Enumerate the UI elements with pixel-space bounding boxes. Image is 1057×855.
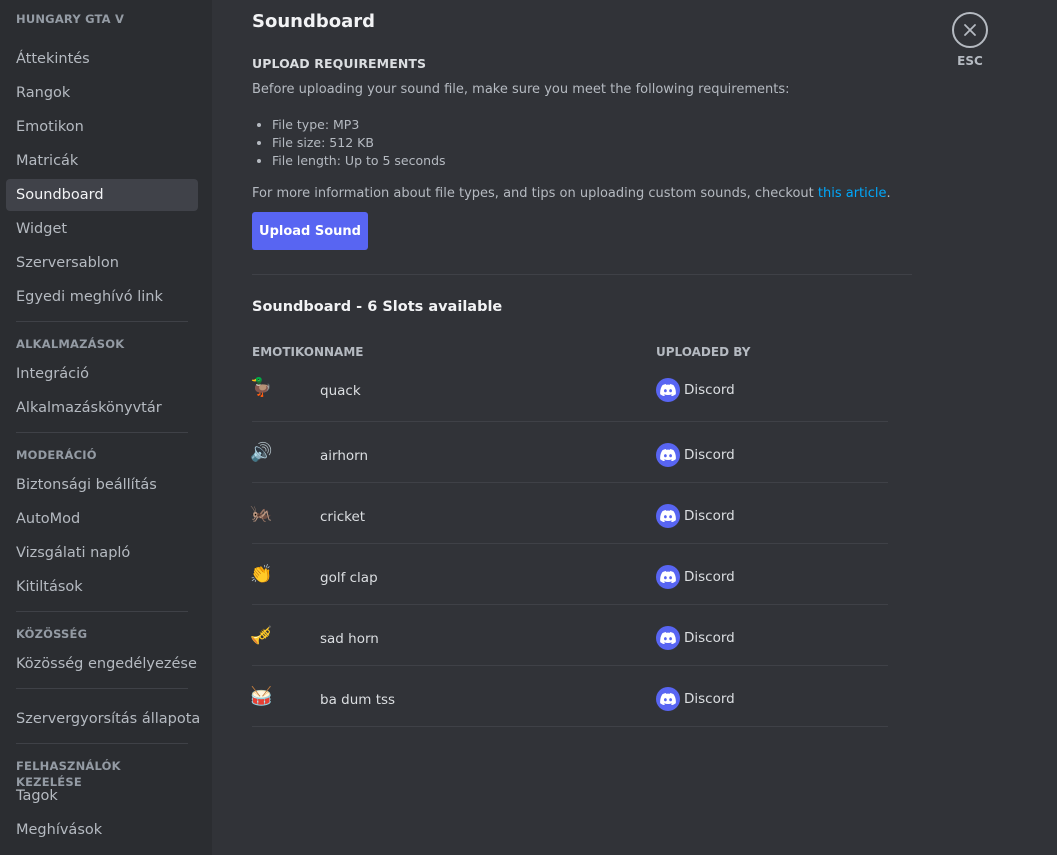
- uploaded-by: Discord: [656, 687, 735, 711]
- sound-name: golf clap: [320, 570, 378, 586]
- sidebar-divider: [16, 321, 188, 322]
- discord-avatar-icon: [656, 443, 680, 467]
- sidebar-item-matricak[interactable]: Matricák: [6, 145, 198, 177]
- sidebar-item-integracio[interactable]: Integráció: [6, 358, 198, 390]
- page-title: Soundboard: [252, 11, 376, 32]
- sidebar-item-emotikon[interactable]: Emotikon: [6, 111, 198, 143]
- sidebar-item-soundboard[interactable]: Soundboard: [6, 179, 198, 211]
- column-header-emoji: EMOTIKON: [252, 345, 324, 359]
- sound-row-sad-horn[interactable]: 🎺 sad horn Discord: [250, 605, 888, 666]
- sound-emoji: 🔊: [250, 442, 273, 463]
- sidebar-item-szervergyorsitas-allapota[interactable]: Szervergyorsítás állapota: [6, 703, 200, 735]
- sound-name: cricket: [320, 509, 366, 525]
- sidebar-divider: [16, 432, 188, 433]
- sound-row-quack[interactable]: 🦆 quack Discord: [250, 361, 888, 422]
- sidebar-divider: [16, 688, 188, 689]
- uploaded-by: Discord: [656, 378, 735, 402]
- uploaded-by: Discord: [656, 565, 735, 589]
- soundboard-slots-title: Soundboard - 6 Slots available: [252, 299, 503, 315]
- esc-label: ESC: [957, 54, 983, 68]
- sound-name: quack: [320, 383, 361, 399]
- sound-emoji: 👏: [250, 564, 273, 585]
- column-header-name: NAME: [324, 345, 364, 359]
- server-name-header: HUNGARY GTA V: [16, 12, 125, 26]
- sidebar-item-alkalmazaskonyvtar[interactable]: Alkalmazáskönyvtár: [6, 392, 198, 424]
- close-settings-button[interactable]: ESC: [951, 12, 989, 68]
- sidebar-item-tagok[interactable]: Tagok: [6, 780, 198, 812]
- uploaded-by: Discord: [656, 443, 735, 467]
- requirement-file-type: File type: MP3: [272, 116, 446, 134]
- users-header: FELHASZNÁLÓK KEZELÉSE: [16, 759, 121, 789]
- apps-header: ALKALMAZÁSOK: [16, 337, 125, 351]
- uploader-name: Discord: [684, 630, 735, 646]
- upload-requirements-title: UPLOAD REQUIREMENTS: [252, 56, 427, 71]
- discord-avatar-icon: [656, 626, 680, 650]
- discord-avatar-icon: [656, 378, 680, 402]
- sound-name: sad horn: [320, 631, 379, 647]
- sound-emoji: 🦆: [250, 377, 273, 398]
- sound-emoji: 🎺: [250, 625, 273, 646]
- sidebar-item-vizsgalati-naplo[interactable]: Vizsgálati napló: [6, 537, 198, 569]
- uploader-name: Discord: [684, 447, 735, 463]
- more-info-text: For more information about file types, a…: [252, 186, 891, 201]
- requirements-list: File type: MP3 File size: 512 KB File le…: [252, 116, 446, 170]
- uploaded-by: Discord: [656, 504, 735, 528]
- sidebar-item-attekintes[interactable]: Áttekintés: [6, 43, 198, 75]
- sidebar-item-biztonsagi-beallitas[interactable]: Biztonsági beállítás: [6, 469, 198, 501]
- sound-row-golf-clap[interactable]: 👏 golf clap Discord: [250, 544, 888, 605]
- uploaded-by: Discord: [656, 626, 735, 650]
- sound-emoji: 🦗: [250, 503, 273, 524]
- column-header-uploaded-by: UPLOADED BY: [656, 345, 751, 359]
- sound-name: ba dum tss: [320, 692, 396, 708]
- sound-row-cricket[interactable]: 🦗 cricket Discord: [250, 483, 888, 544]
- sidebar-divider: [16, 611, 188, 612]
- sound-name: airhorn: [320, 448, 369, 464]
- close-icon[interactable]: [952, 12, 988, 48]
- sound-emoji: 🥁: [250, 686, 273, 707]
- discord-avatar-icon: [656, 565, 680, 589]
- sidebar-item-widget[interactable]: Widget: [6, 213, 198, 245]
- section-divider: [252, 274, 912, 275]
- uploader-name: Discord: [684, 508, 735, 524]
- uploader-name: Discord: [684, 569, 735, 585]
- sidebar-item-egyedi-meghivo-link[interactable]: Egyedi meghívó link: [6, 281, 198, 313]
- sidebar-item-kozosseg-engedelyezese[interactable]: Közösség engedélyezése: [6, 648, 198, 680]
- uploader-name: Discord: [684, 382, 735, 398]
- discord-avatar-icon: [656, 687, 680, 711]
- moderation-header: MODERÁCIÓ: [16, 448, 97, 462]
- upload-sound-button[interactable]: Upload Sound: [252, 212, 368, 250]
- community-header: KÖZÖSSÉG: [16, 627, 88, 641]
- settings-sidebar: HUNGARY GTA V Áttekintés Rangok Emotikon Ma…: [0, 0, 212, 855]
- sound-row-airhorn[interactable]: 🔊 airhorn Discord: [250, 422, 888, 483]
- requirement-file-size: File size: 512 KB: [272, 134, 446, 152]
- sound-row-ba-dum-tss[interactable]: 🥁 ba dum tss Discord: [250, 666, 888, 727]
- sidebar-item-meghivasok[interactable]: Meghívások: [6, 814, 198, 846]
- upload-requirements-description: Before uploading your sound file, make s…: [252, 82, 790, 97]
- sidebar-divider: [16, 743, 188, 744]
- sidebar-item-rangok[interactable]: Rangok: [6, 77, 198, 109]
- uploader-name: Discord: [684, 691, 735, 707]
- requirement-file-length: File length: Up to 5 seconds: [272, 152, 446, 170]
- sidebar-item-szerversablon[interactable]: Szerversablon: [6, 247, 198, 279]
- discord-avatar-icon: [656, 504, 680, 528]
- this-article-link[interactable]: this article: [818, 186, 887, 201]
- sidebar-item-automod[interactable]: AutoMod: [6, 503, 198, 535]
- sidebar-item-kitiltasok[interactable]: Kitiltások: [6, 571, 198, 603]
